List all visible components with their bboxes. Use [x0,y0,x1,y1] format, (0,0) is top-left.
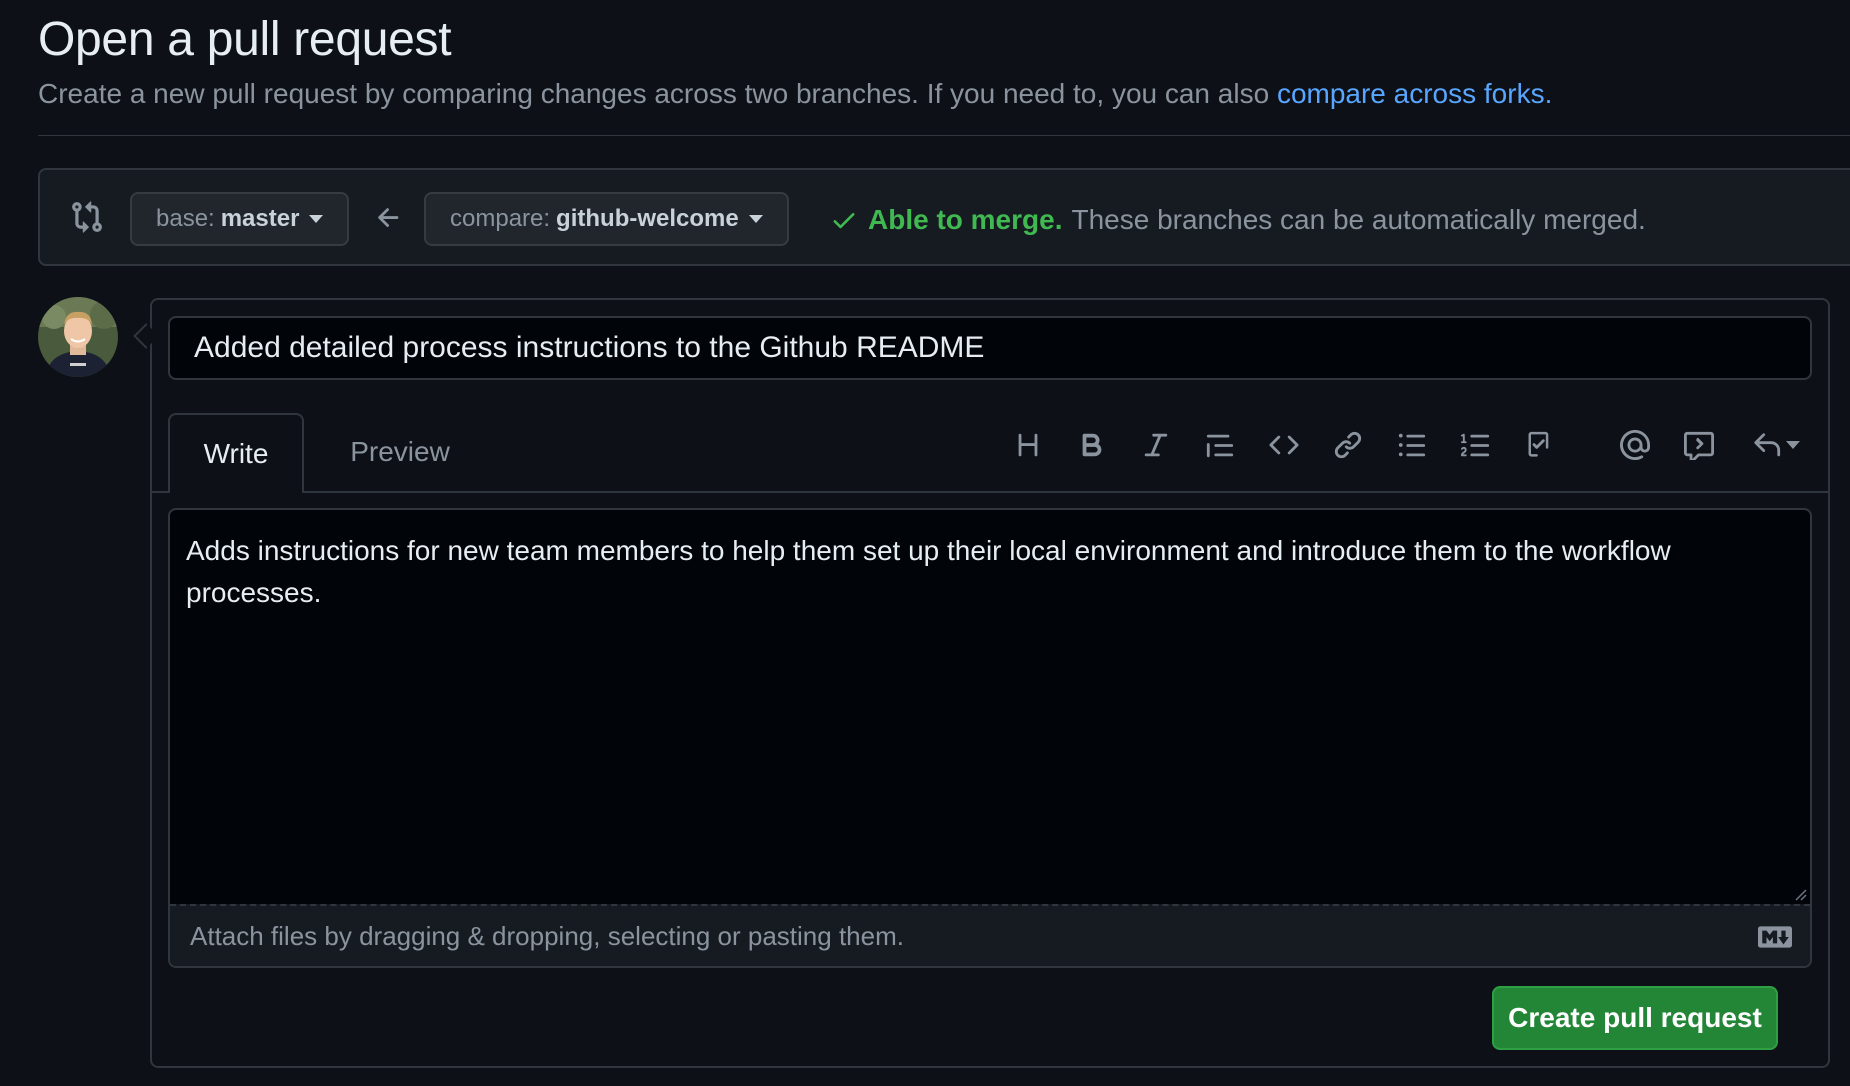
pr-body-textarea[interactable]: Adds instructions for new team members t… [168,508,1812,968]
numbered-list-icon[interactable] [1459,428,1493,462]
chevron-down-icon [309,215,324,223]
bold-icon[interactable] [1075,428,1109,462]
compare-branch-button[interactable]: compare: github-welcome [424,192,789,246]
italic-icon[interactable] [1139,428,1173,462]
compare-prefix: compare: [450,205,551,232]
compare-across-forks-link[interactable]: compare across forks. [1277,78,1552,109]
page-title: Open a pull request [38,13,452,66]
mention-icon[interactable] [1618,428,1652,462]
chevron-down-icon [1786,441,1800,449]
pr-body-text: Adds instructions for new team members t… [186,535,1671,608]
check-icon [833,213,855,229]
page-subtitle: Create a new pull request by comparing c… [38,78,1552,110]
tab-write[interactable]: Write [168,413,304,493]
arrow-left-icon [378,208,399,227]
tab-preview[interactable]: Preview [320,413,480,491]
heading-icon[interactable] [1011,428,1045,462]
link-icon[interactable] [1331,428,1365,462]
task-list-icon[interactable] [1523,428,1557,462]
quote-icon[interactable] [1203,428,1237,462]
saved-replies-icon[interactable] [1746,428,1806,462]
base-prefix: base: [156,205,215,232]
merge-status: Able to merge. These branches can be aut… [830,204,1646,236]
compare-branch-name: github-welcome [556,205,739,232]
editor-tabs: Write Preview [152,413,1828,493]
avatar [38,297,118,377]
code-icon[interactable] [1267,428,1301,462]
pr-title-input[interactable]: Added detailed process instructions to t… [168,316,1812,380]
markdown-icon[interactable] [1758,926,1792,948]
reference-icon[interactable] [1682,428,1716,462]
compare-bar: base: master compare: github-welcome Abl… [38,168,1850,266]
merge-detail-text: These branches can be automatically merg… [1071,204,1646,235]
create-pull-request-button[interactable]: Create pull request [1492,986,1778,1050]
resize-handle-icon[interactable] [1792,886,1808,902]
attach-files-bar[interactable]: Attach files by dragging & dropping, sel… [170,904,1810,966]
pull-request-page: Open a pull request Create a new pull re… [0,0,1850,1086]
base-branch-button[interactable]: base: master [130,192,350,246]
subtitle-text: Create a new pull request by comparing c… [38,78,1270,109]
bulleted-list-icon[interactable] [1395,428,1429,462]
base-branch-name: master [220,205,300,232]
merge-ok-text: Able to merge. [868,204,1063,235]
attach-files-text: Attach files by dragging & dropping, sel… [190,920,904,951]
chevron-down-icon [748,215,763,223]
git-compare-icon [72,201,102,233]
divider [38,135,1850,136]
